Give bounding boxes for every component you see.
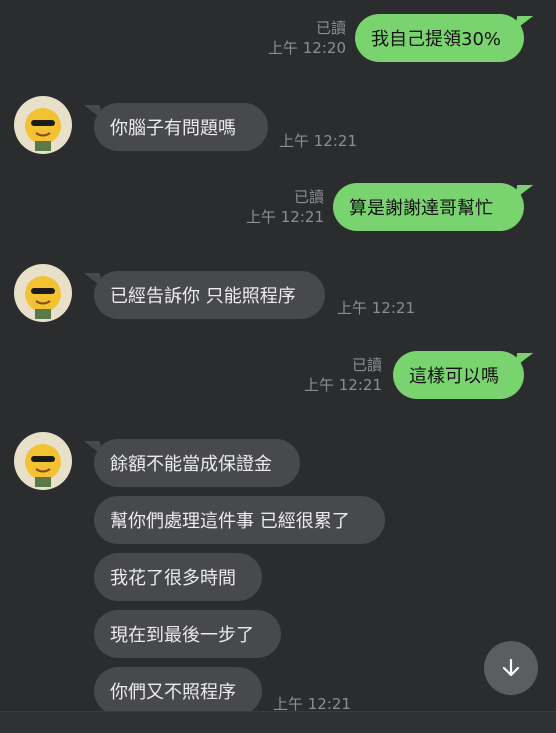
avatar[interactable]: [14, 96, 72, 154]
outgoing-message[interactable]: 算是謝謝達哥幫忙: [333, 183, 524, 231]
incoming-message[interactable]: 現在到最後一步了: [94, 610, 281, 658]
incoming-message[interactable]: 你腦子有問題嗎: [94, 103, 268, 151]
read-receipt: 已讀: [351, 356, 382, 374]
message-text: 已經告訴你 只能照程序: [110, 286, 296, 307]
message-composer[interactable]: [0, 711, 556, 733]
incoming-message[interactable]: 幫你們處理這件事 已經很累了: [94, 496, 385, 544]
message-time: 上午 12:20: [268, 39, 346, 57]
incoming-message[interactable]: 我花了很多時間: [94, 553, 262, 601]
message-text: 你腦子有問題嗎: [110, 118, 236, 139]
arrow-down-icon: [502, 658, 520, 677]
message-text: 餘額不能當成保證金: [110, 454, 272, 475]
message-meta: 已讀 上午 12:21: [304, 355, 382, 395]
outgoing-message[interactable]: 我自己提領30%: [355, 14, 524, 62]
read-receipt: 已讀: [315, 19, 346, 37]
message-text: 幫你們處理這件事 已經很累了: [110, 511, 350, 532]
avatar-icon: [14, 432, 72, 490]
message-text: 現在到最後一步了: [110, 625, 254, 646]
incoming-message[interactable]: 你們又不照程序: [94, 667, 262, 715]
message-text: 我花了很多時間: [110, 568, 236, 589]
read-receipt: 已讀: [293, 188, 324, 206]
message-meta: 已讀 上午 12:21: [246, 187, 324, 227]
incoming-message[interactable]: 已經告訴你 只能照程序: [94, 271, 325, 319]
avatar[interactable]: [14, 264, 72, 322]
message-text: 這樣可以嗎: [409, 366, 499, 387]
incoming-message[interactable]: 餘額不能當成保證金: [94, 439, 300, 487]
scroll-to-bottom-button[interactable]: [484, 641, 538, 695]
message-time: 上午 12:21: [304, 376, 382, 394]
chat-view: 已讀 上午 12:20 我自己提領30% 你腦子有問題嗎 上午 12:21 已讀…: [0, 0, 556, 733]
outgoing-message[interactable]: 這樣可以嗎: [393, 351, 524, 399]
message-meta: 已讀 上午 12:20: [268, 18, 346, 58]
message-time: 上午 12:21: [246, 208, 324, 226]
message-text: 算是謝謝達哥幫忙: [349, 198, 493, 219]
avatar-icon: [14, 264, 72, 322]
message-text: 我自己提領30%: [371, 29, 502, 50]
avatar-icon: [14, 96, 72, 154]
message-time: 上午 12:21: [337, 299, 415, 317]
message-time: 上午 12:21: [279, 132, 357, 150]
avatar[interactable]: [14, 432, 72, 490]
message-text: 你們又不照程序: [110, 682, 236, 703]
